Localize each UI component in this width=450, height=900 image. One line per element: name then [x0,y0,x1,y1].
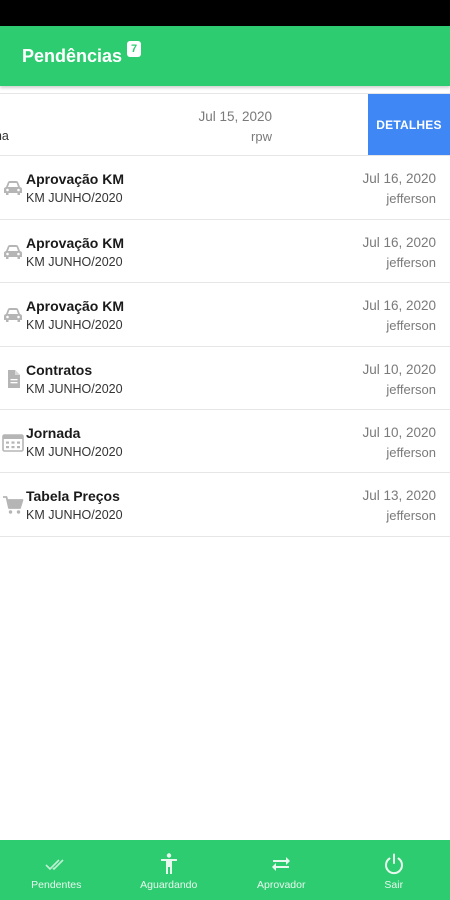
list-item[interactable]: Jornada KM JUNHO/2020 Jul 10, 2020 jeffe… [0,409,450,474]
item-date: Jul 15, 2020 [198,109,272,124]
status-bar [0,0,450,26]
calendar-icon [2,432,24,452]
item-subtitle: KM JUNHO/2020 [26,444,123,459]
item-subtitle: KM JUNHO/2020 [26,191,123,206]
pending-list: s Teste de Sistema Jul 15, 2020 rpw DETA… [0,93,450,537]
list-item-swiped[interactable]: s Teste de Sistema Jul 15, 2020 rpw DETA… [0,93,450,157]
nav-item-sair[interactable]: Sair [338,840,450,900]
nav-label: Aguardando [140,879,198,891]
item-subtitle: Teste de Sistema [0,129,9,143]
double-check-icon [44,852,68,876]
item-subtitle: KM JUNHO/2020 [26,254,123,269]
swap-icon [269,852,293,876]
item-date: Jul 16, 2020 [362,171,436,187]
item-user: jefferson [386,318,436,334]
nav-item-aprovador[interactable]: Aprovador [225,840,338,900]
item-title: Aprovação KM [26,171,125,188]
item-date: Jul 13, 2020 [362,488,436,504]
car-icon [2,305,24,325]
nav-item-pendentes[interactable]: Pendentes [0,840,113,900]
item-title: Tabela Preços [26,488,120,505]
item-subtitle: KM JUNHO/2020 [26,318,123,333]
app-header: Pendências 7 [0,26,450,86]
item-subtitle: KM JUNHO/2020 [26,508,123,523]
cart-icon [2,495,24,515]
pending-count-badge: 7 [127,41,142,57]
nav-label: Sair [384,879,404,891]
item-user: jefferson [386,444,436,460]
list-item[interactable]: Aprovação KM KM JUNHO/2020 Jul 16, 2020 … [0,156,450,220]
item-user: jefferson [386,381,436,397]
nav-label: Aprovador [257,879,306,891]
list-item-content: s Teste de Sistema Jul 15, 2020 rpw [0,94,368,155]
document-icon [2,369,24,389]
list-item[interactable]: Contratos KM JUNHO/2020 Jul 10, 2020 jef… [0,346,450,410]
list-item[interactable]: Tabela Preços KM JUNHO/2020 Jul 13, 2020… [0,473,450,537]
item-date: Jul 16, 2020 [362,298,436,314]
bottom-navigation: Pendentes Aguardando Aprovador Sair [0,840,450,900]
item-user: jefferson [386,254,436,270]
item-title: Aprovação KM [26,234,125,251]
list-item[interactable]: Aprovação KM KM JUNHO/2020 Jul 16, 2020 … [0,283,450,347]
car-icon [2,242,24,262]
item-user: jefferson [386,191,436,207]
item-title: Aprovação KM [26,298,125,315]
list-item[interactable]: Aprovação KM KM JUNHO/2020 Jul 16, 2020 … [0,219,450,284]
item-subtitle: KM JUNHO/2020 [26,381,123,396]
details-button[interactable]: DETALHES [368,94,450,156]
person-icon [157,852,181,876]
nav-label: Pendentes [31,879,82,891]
item-date: Jul 10, 2020 [362,424,436,440]
item-date: Jul 16, 2020 [362,234,436,250]
item-title: Contratos [26,361,93,378]
item-user: jefferson [386,508,436,524]
item-user: rpw [251,129,272,144]
page-title: Pendências [22,45,123,66]
nav-item-aguardando[interactable]: Aguardando [113,840,226,900]
car-icon [2,178,24,198]
item-date: Jul 10, 2020 [362,361,436,377]
power-icon [382,852,406,876]
item-title: Jornada [26,424,81,441]
